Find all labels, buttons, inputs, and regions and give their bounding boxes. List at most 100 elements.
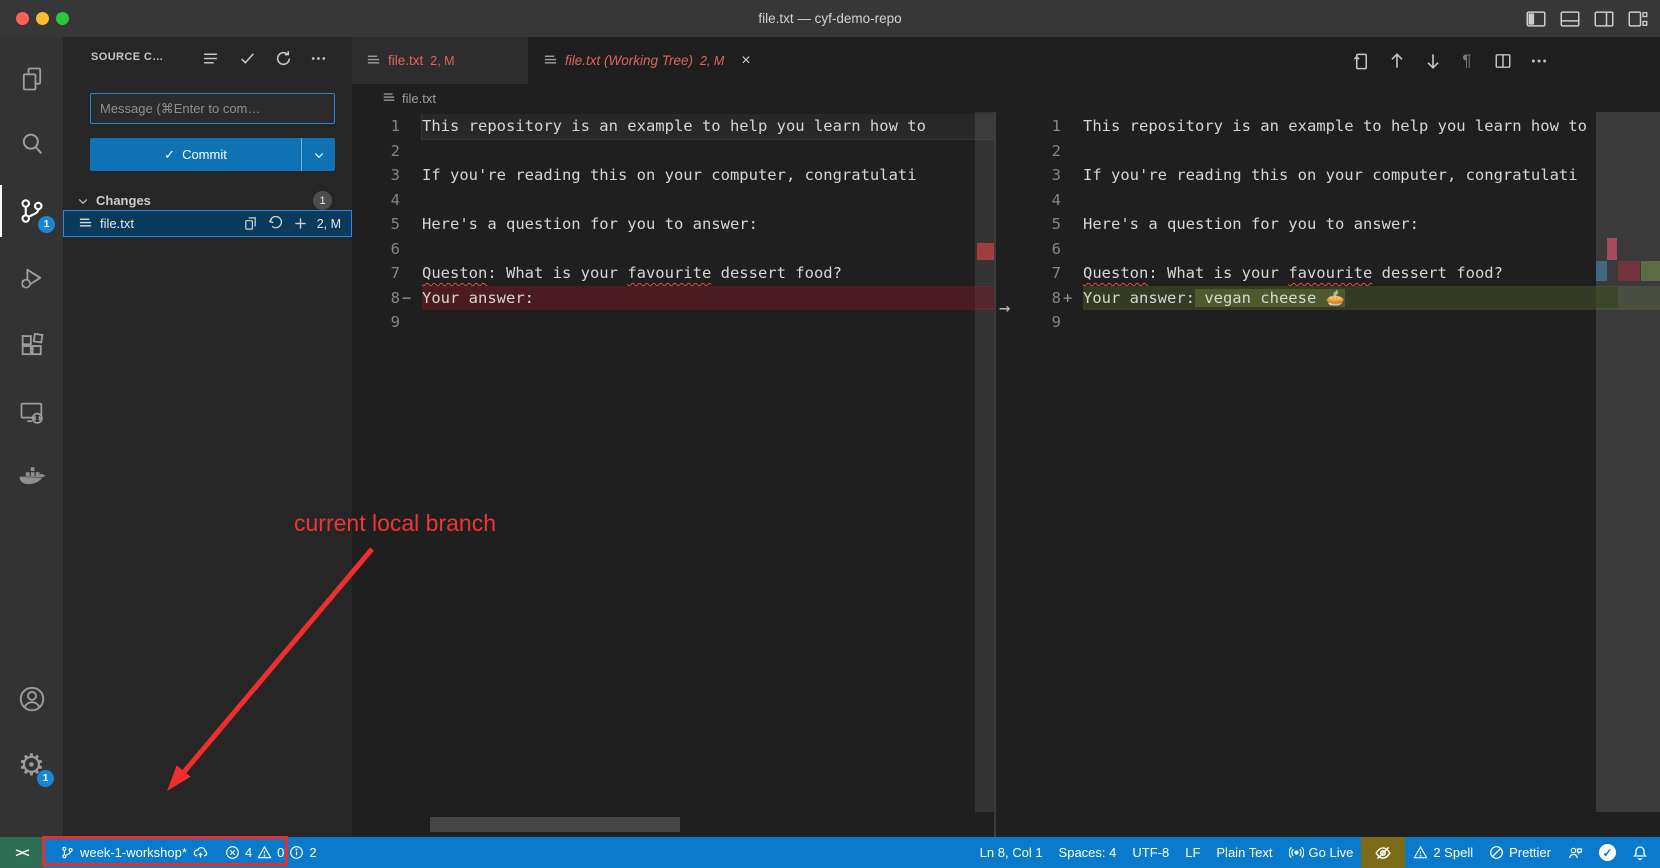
- check-circle-icon: ✓: [1599, 844, 1616, 861]
- annotation-label: current local branch: [294, 510, 496, 537]
- file-name: file.txt: [100, 216, 134, 231]
- diff-modified-pane[interactable]: 1 This repository is an example to help …: [995, 114, 1660, 814]
- toggle-panel-icon[interactable]: [1558, 7, 1582, 31]
- code-line: Queston: What is your favourite dessert …: [422, 261, 994, 286]
- extension-status-item[interactable]: ✓: [1591, 837, 1624, 868]
- right-pane-scrollbar[interactable]: [1596, 112, 1660, 812]
- changes-count-badge: 1: [313, 191, 332, 210]
- commit-button-label: Commit: [182, 147, 227, 162]
- notifications-item[interactable]: [1624, 837, 1660, 868]
- code-line: If you're reading this on your computer,…: [422, 163, 994, 188]
- eol-item[interactable]: LF: [1177, 837, 1208, 868]
- run-and-debug-icon[interactable]: [0, 255, 63, 303]
- title-bar: file.txt — cyf-demo-repo: [0, 0, 1660, 37]
- file-icon: [382, 91, 396, 105]
- stage-changes-icon[interactable]: [288, 213, 313, 235]
- eye-off-item[interactable]: [1361, 837, 1405, 868]
- circle-slash-icon: [1489, 845, 1504, 860]
- settings-gear-icon[interactable]: ⚙ 1: [0, 742, 63, 790]
- source-control-panel: SOURCE C… Message (⌘Enter to com… ✓ Comm…: [63, 37, 352, 837]
- chevron-down-icon: [313, 149, 325, 161]
- more-actions-icon[interactable]: [1526, 48, 1552, 74]
- diff-original-pane[interactable]: 1 This repository is an example to help …: [352, 114, 994, 814]
- remote-explorer-icon[interactable]: [0, 389, 63, 437]
- file-icon: [543, 53, 558, 68]
- close-window-button[interactable]: [16, 12, 29, 25]
- prettier-item[interactable]: Prettier: [1481, 837, 1559, 868]
- code-line: This repository is an example to help yo…: [1083, 114, 1660, 139]
- code-line: If you're reading this on your computer,…: [1083, 163, 1660, 188]
- overview-cursor-mark: [1607, 238, 1617, 260]
- inserted-text: vegan cheese 🥧: [1195, 289, 1345, 307]
- refresh-icon[interactable]: [271, 46, 295, 70]
- overview-modified-mark: [1596, 261, 1607, 281]
- close-icon[interactable]: ×: [741, 52, 750, 70]
- previous-change-icon[interactable]: [1384, 48, 1410, 74]
- feedback-item[interactable]: [1559, 837, 1591, 868]
- commit-dropdown-button[interactable]: [301, 138, 335, 171]
- search-icon[interactable]: [0, 120, 63, 168]
- commit-button[interactable]: ✓ Commit: [90, 138, 335, 171]
- panel-title: SOURCE C…: [91, 51, 164, 63]
- editor-tab-bar: file.txt 2, M file.txt (Working Tree) 2,…: [352, 37, 1660, 84]
- tab-label: file.txt (Working Tree): [565, 53, 693, 68]
- spell-item[interactable]: 2 Spell: [1405, 837, 1481, 868]
- go-live-item[interactable]: Go Live: [1281, 837, 1362, 868]
- tab-file-txt-working-tree[interactable]: file.txt (Working Tree) 2, M ×: [529, 37, 831, 84]
- changes-label: Changes: [96, 193, 151, 208]
- explorer-icon[interactable]: [0, 55, 63, 103]
- indentation-item[interactable]: Spaces: 4: [1051, 837, 1125, 868]
- info-count: 2: [309, 845, 316, 860]
- file-icon: [366, 53, 381, 68]
- cursor-position-item[interactable]: Ln 8, Col 1: [972, 837, 1051, 868]
- tab-file-txt[interactable]: file.txt 2, M: [352, 37, 528, 84]
- scm-badge: 1: [38, 216, 55, 233]
- toggle-sidebar-icon[interactable]: [1524, 7, 1548, 31]
- warning-icon: [1413, 845, 1428, 860]
- breadcrumb[interactable]: file.txt: [352, 84, 1660, 112]
- discard-changes-icon[interactable]: [263, 213, 288, 235]
- changed-file-row[interactable]: file.txt 2, M: [63, 210, 352, 237]
- bell-icon: [1632, 845, 1648, 861]
- split-editor-icon[interactable]: [1490, 48, 1516, 74]
- revert-change-arrow-icon[interactable]: →: [999, 297, 1010, 319]
- diff-overview-deleted-mark: [977, 243, 994, 260]
- overview-deleted-mark: [1618, 261, 1640, 281]
- feedback-person-icon: [1567, 845, 1583, 861]
- tab-status: 2, M: [700, 54, 724, 68]
- encoding-item[interactable]: UTF-8: [1124, 837, 1177, 868]
- open-changes-icon[interactable]: [1348, 48, 1374, 74]
- open-file-icon[interactable]: [238, 213, 263, 235]
- code-line: Here's a question for you to answer:: [1083, 212, 1660, 237]
- tab-label: file.txt: [388, 53, 423, 68]
- code-line: This repository is an example to help yo…: [422, 114, 994, 139]
- diff-sash[interactable]: [994, 112, 996, 837]
- docker-icon[interactable]: [0, 452, 63, 500]
- code-line: Here's a question for you to answer:: [422, 212, 994, 237]
- overview-added-mark: [1641, 261, 1660, 281]
- extensions-icon[interactable]: [0, 322, 63, 370]
- more-actions-icon[interactable]: [306, 46, 330, 70]
- next-change-icon[interactable]: [1420, 48, 1446, 74]
- render-whitespace-icon[interactable]: ¶: [1454, 48, 1480, 74]
- file-icon: [78, 216, 93, 231]
- remote-indicator[interactable]: ><: [0, 837, 44, 868]
- diff-overview-deleted-line: [975, 287, 995, 308]
- minimize-window-button[interactable]: [36, 12, 49, 25]
- source-control-icon[interactable]: 1: [0, 187, 63, 235]
- eye-off-icon: [1374, 844, 1392, 862]
- language-mode-item[interactable]: Plain Text: [1208, 837, 1280, 868]
- horizontal-scrollbar[interactable]: [430, 817, 680, 832]
- file-status-badge: 2, M: [317, 217, 341, 231]
- maximize-window-button[interactable]: [56, 12, 69, 25]
- check-icon: ✓: [164, 147, 175, 163]
- accounts-icon[interactable]: [0, 675, 63, 723]
- commit-check-icon[interactable]: [235, 46, 259, 70]
- view-as-list-icon[interactable]: [198, 46, 222, 70]
- left-pane-scrollbar[interactable]: [975, 112, 995, 812]
- added-line: Your answer: vegan cheese 🥧: [1083, 286, 1660, 311]
- toggle-secondary-sidebar-icon[interactable]: [1592, 7, 1616, 31]
- commit-message-input[interactable]: Message (⌘Enter to com…: [90, 93, 335, 124]
- chevron-down-icon: [77, 195, 89, 207]
- customize-layout-icon[interactable]: [1626, 7, 1650, 31]
